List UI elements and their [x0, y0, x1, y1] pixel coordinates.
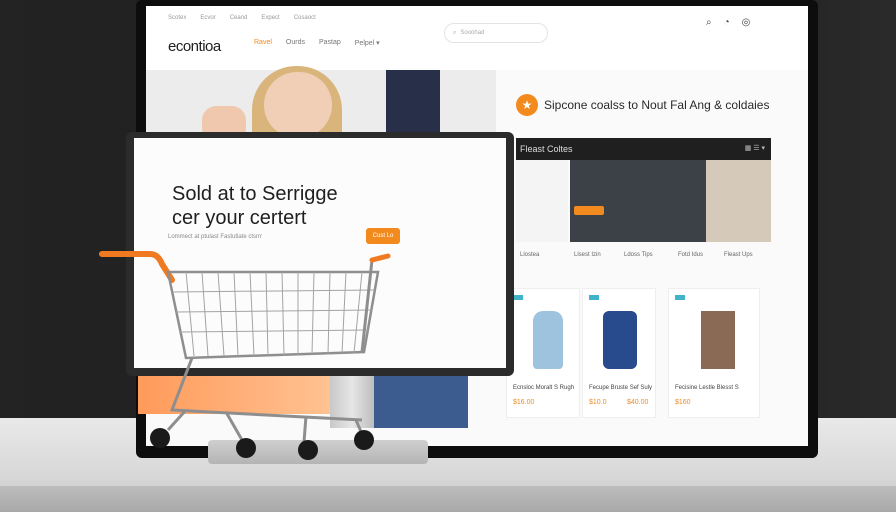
top-link[interactable]: Expect	[261, 15, 279, 21]
search-icon[interactable]: ⌕	[706, 17, 712, 28]
search-input[interactable]: ⌕ Sooohad	[444, 23, 548, 43]
tile-label: Llostea	[520, 252, 540, 258]
headline-line: cer your certert	[172, 207, 307, 229]
menu-item[interactable]: Ourds	[286, 39, 305, 47]
site-header: Scotex Ecvor Ceand Expect Cosaoct econti…	[146, 6, 808, 70]
tile-label: Fleast Ups	[724, 252, 753, 258]
headline-line: Sold at to Serrigge	[172, 183, 338, 205]
shopping-cart-icon	[99, 251, 391, 460]
featured-tile[interactable]	[706, 160, 771, 242]
hero-model-jacket	[386, 70, 440, 140]
product-image	[533, 311, 563, 369]
top-link[interactable]: Scotex	[168, 15, 186, 21]
view-controls[interactable]: ▦ ☰ ▾	[745, 144, 765, 152]
promo-banner[interactable]: ★ Sipcone coalss to Nout Fal Ang & colda…	[516, 94, 769, 116]
top-link[interactable]: Cosaoct	[294, 15, 316, 21]
featured-tile[interactable]	[516, 160, 568, 242]
product-card[interactable]: Fecupe Bruste Sef Suly $10.0 $40.00	[582, 288, 656, 418]
product-price: $40.00	[627, 399, 649, 406]
menu-item-dropdown[interactable]: Pelpel ▾	[355, 39, 380, 47]
product-image	[603, 311, 637, 369]
site-logo[interactable]: econtioa	[168, 38, 221, 55]
menu-item-home[interactable]: Ravel	[254, 39, 272, 47]
product-price: $16.00	[513, 399, 535, 406]
small-subtext: Lommect at ptulast Fastutlate ctsrrr	[168, 234, 263, 240]
new-badge	[513, 295, 523, 300]
product-name: Fecupe Bruste Sef Suly	[589, 385, 653, 391]
product-card[interactable]: Fecisine Lestle Blesst S $160	[668, 288, 760, 418]
search-placeholder: Sooohad	[460, 30, 485, 36]
menu-item[interactable]: Pastap	[319, 39, 341, 47]
featured-title: Fleast Coltes	[520, 144, 573, 154]
top-link[interactable]: Ecvor	[200, 15, 215, 21]
product-image	[701, 311, 735, 369]
featured-strip: Fleast Coltes ▦ ☰ ▾	[516, 138, 771, 160]
floor-edge	[0, 486, 896, 512]
top-links: Scotex Ecvor Ceand Expect Cosaoct	[168, 15, 316, 21]
user-icon[interactable]: ◔	[724, 17, 730, 28]
tile-button[interactable]	[574, 206, 604, 215]
new-badge	[589, 295, 599, 300]
product-price: $160	[675, 399, 691, 406]
small-headline: Sold at to Serrigge cer your certert	[172, 182, 372, 230]
tile-label: Ldoss Tips	[624, 252, 653, 258]
product-name: Ecnsloc Moralt S Rugh	[513, 385, 575, 391]
tile-label: Llsest Izin	[574, 252, 601, 258]
promo-icon: ★	[516, 94, 538, 116]
cart-icon[interactable]: ◎	[742, 17, 751, 28]
search-icon: ⌕	[453, 29, 457, 36]
main-menu: Ravel Ourds Pastap Pelpel ▾	[254, 39, 380, 47]
featured-tile[interactable]	[570, 160, 706, 242]
header-icons: ⌕ ◔ ◎	[706, 17, 750, 28]
top-link[interactable]: Ceand	[230, 15, 248, 21]
product-price: $10.0	[589, 399, 607, 406]
product-card[interactable]: Ecnsloc Moralt S Rugh $16.00	[506, 288, 580, 418]
hero-model-face	[264, 72, 332, 138]
product-name: Fecisine Lestle Blesst S	[675, 385, 739, 391]
promo-text: Sipcone coalss to Nout Fal Ang & coldaie…	[544, 98, 770, 112]
tile-label: Fotd Idus	[678, 252, 704, 258]
new-badge	[675, 295, 685, 300]
